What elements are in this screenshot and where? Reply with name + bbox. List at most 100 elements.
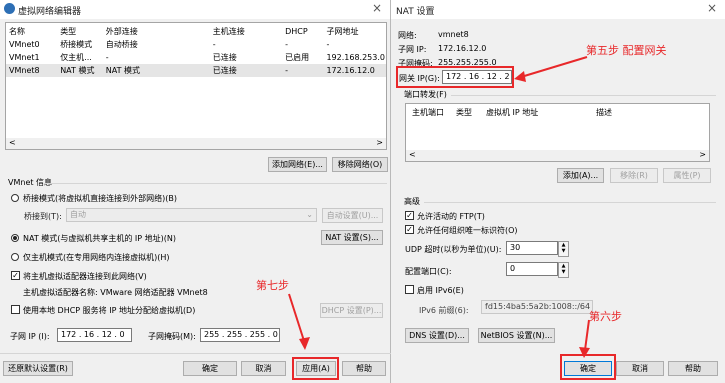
help-button[interactable]: 帮助 [668, 361, 718, 376]
column-header[interactable]: 主机连接 [212, 25, 284, 38]
connect-adapter-label[interactable]: 将主机虚拟适配器连接到此网络(V) [23, 271, 147, 282]
nat-settings-button[interactable]: NAT 设置(S)... [321, 230, 383, 245]
cancel-button[interactable]: 取消 [616, 361, 664, 376]
table-cell: - [285, 66, 288, 75]
allow-ftp-label[interactable]: 允许活动的 FTP(T) [417, 211, 485, 222]
subnet-ip-label: 子网 IP: [398, 45, 427, 54]
subnet-mask-label: 子网掩码(M): [148, 332, 196, 341]
add-network-button[interactable]: 添加网络(E)... [268, 157, 327, 172]
column-header[interactable]: 描述 [596, 107, 612, 118]
port-properties-button[interactable]: 属性(P) [663, 168, 711, 183]
host-only-label[interactable]: 仅主机模式(在专用网络内连接虚拟机)(H) [23, 252, 170, 263]
column-header[interactable]: 子网地址 [325, 25, 386, 38]
table-cell: 172.16.12.0 [326, 66, 375, 75]
use-dhcp-checkbox[interactable] [11, 305, 20, 314]
use-dhcp-label[interactable]: 使用本地 DHCP 服务将 IP 地址分配给虚拟机(D) [23, 305, 195, 316]
window-title: NAT 设置 [396, 7, 435, 17]
column-header[interactable]: 名称 [6, 25, 59, 38]
nat-mode-label[interactable]: NAT 模式(与虚拟机共享主机的 IP 地址)(N) [23, 233, 176, 244]
allow-oui-checkbox[interactable]: ✓ [405, 225, 414, 234]
table-cell: 已启用 [285, 53, 310, 62]
enable-ipv6-checkbox[interactable] [405, 285, 414, 294]
title-bar: 虚拟网络编辑器 × [0, 0, 390, 19]
title-bar: NAT 设置 × [391, 0, 725, 19]
restore-defaults-button[interactable]: 还原默认设置(R) [3, 361, 73, 376]
ipv6-prefix-input[interactable]: fd15:4ba5:5a2b:1008::/64 [481, 300, 593, 314]
horizontal-scrollbar[interactable]: < > [6, 138, 386, 149]
dhcp-settings-button[interactable]: DHCP 设置(P)... [320, 303, 383, 318]
column-header[interactable]: 虚拟机 IP 地址 [486, 107, 538, 118]
table-header: 名称 类型 外部连接 主机连接 DHCP 子网地址 [6, 25, 386, 38]
table-cell: 已连接 [212, 53, 237, 62]
close-icon[interactable]: × [372, 1, 382, 15]
auto-settings-button[interactable]: 自动设置(U)... [322, 208, 383, 223]
column-header[interactable]: 类型 [456, 107, 472, 118]
advanced-label: 高级 [404, 197, 420, 206]
bridge-to-label: 桥接到(T): [24, 212, 62, 221]
add-port-button[interactable]: 添加(A)... [557, 168, 604, 183]
table-row-selected[interactable]: VMnet8 NAT 模式 NAT 模式 已连接 - 172.16.12.0 [6, 64, 386, 77]
netbios-settings-button[interactable]: NetBIOS 设置(N)... [478, 328, 555, 343]
host-only-radio[interactable] [11, 253, 19, 261]
port-forward-table: 主机端口 类型 虚拟机 IP 地址 描述 < > [405, 103, 710, 162]
network-value: vmnet8 [438, 30, 469, 39]
spin-arrows-icon[interactable]: ▲ ▼ [558, 262, 569, 278]
column-header[interactable]: 类型 [59, 25, 105, 38]
apply-highlight-box [292, 357, 339, 380]
scroll-left-icon[interactable]: < [409, 150, 416, 159]
table-cell: 桥接模式 [60, 40, 93, 49]
column-header[interactable]: 外部连接 [105, 25, 212, 38]
enable-ipv6-label[interactable]: 启用 IPv6(E) [417, 285, 464, 296]
table-cell: 仅主机... [60, 53, 92, 62]
dns-settings-button[interactable]: DNS 设置(D)... [405, 328, 469, 343]
column-header[interactable]: 主机端口 [412, 107, 444, 118]
udp-timeout-label: UDP 超时(以秒为单位)(U): [405, 245, 502, 254]
subnet-ip-label: 子网 IP (I): [10, 332, 50, 341]
table-row[interactable]: VMnet1 仅主机... - 已连接 已启用 192.168.253.0 [6, 51, 386, 64]
network-table: 名称 类型 外部连接 主机连接 DHCP 子网地址 VMnet0 桥接模式 自动… [5, 22, 387, 150]
scroll-right-icon[interactable]: > [699, 150, 706, 159]
remove-port-button[interactable]: 移除(R) [610, 168, 658, 183]
bridge-to-select[interactable]: 自动 ⌄ [66, 208, 317, 222]
table-cell: VMnet8 [9, 66, 40, 75]
allow-oui-label[interactable]: 允许任何组织唯一标识符(O) [417, 225, 518, 236]
table-cell: NAT 模式 [105, 66, 141, 75]
close-icon[interactable]: × [707, 1, 717, 15]
network-label: 网络: [398, 31, 417, 40]
table-cell: - [212, 40, 216, 49]
gateway-highlight-box [396, 66, 514, 88]
annotation-arrow-icon [288, 293, 310, 350]
table-row[interactable]: VMnet0 桥接模式 自动桥接 - - - [6, 38, 386, 51]
allow-ftp-checkbox[interactable]: ✓ [405, 211, 414, 220]
help-button[interactable]: 帮助 [342, 361, 386, 376]
udp-timeout-input[interactable]: 30 [506, 241, 558, 255]
window-title: 虚拟网络编辑器 [18, 7, 82, 17]
connect-adapter-checkbox[interactable]: ✓ [11, 271, 20, 280]
annotation-arrow-icon [514, 56, 588, 82]
config-port-input[interactable]: 0 [506, 262, 558, 276]
table-cell: 自动桥接 [105, 40, 138, 49]
bridge-to-value: 自动 [70, 210, 86, 219]
spin-arrows-icon[interactable]: ▲ ▼ [558, 241, 569, 257]
bridge-mode-radio[interactable] [11, 194, 19, 202]
table-cell: VMnet1 [9, 53, 40, 62]
scroll-right-icon[interactable]: > [376, 138, 383, 147]
horizontal-scrollbar[interactable]: < > [406, 150, 709, 161]
subnet-mask-input[interactable]: 255 . 255 . 255 . 0 [200, 328, 280, 342]
table-cell: 192.168.253.0 [326, 53, 385, 62]
subnet-ip-value: 172.16.12.0 [438, 44, 487, 53]
table-cell: - [326, 40, 330, 49]
virtual-network-editor-window: 虚拟网络编辑器 × 名称 类型 外部连接 主机连接 DHCP 子网地址 VMne… [0, 0, 391, 383]
group-divider [424, 202, 716, 203]
bridge-mode-label[interactable]: 桥接模式(将虚拟机直接连接到外部网络)(B) [23, 193, 177, 204]
column-header[interactable]: DHCP [284, 25, 325, 38]
config-port-label: 配置端口(C): [405, 267, 452, 276]
remove-network-button[interactable]: 移除网络(O) [332, 157, 388, 172]
ok-button[interactable]: 确定 [183, 361, 237, 376]
scroll-left-icon[interactable]: < [9, 138, 16, 147]
cancel-button[interactable]: 取消 [241, 361, 286, 376]
group-divider [44, 183, 387, 184]
subnet-ip-input[interactable]: 172 . 16 . 12 . 0 [57, 328, 132, 342]
nat-mode-radio[interactable] [11, 234, 19, 242]
table-cell: NAT 模式 [60, 66, 95, 75]
